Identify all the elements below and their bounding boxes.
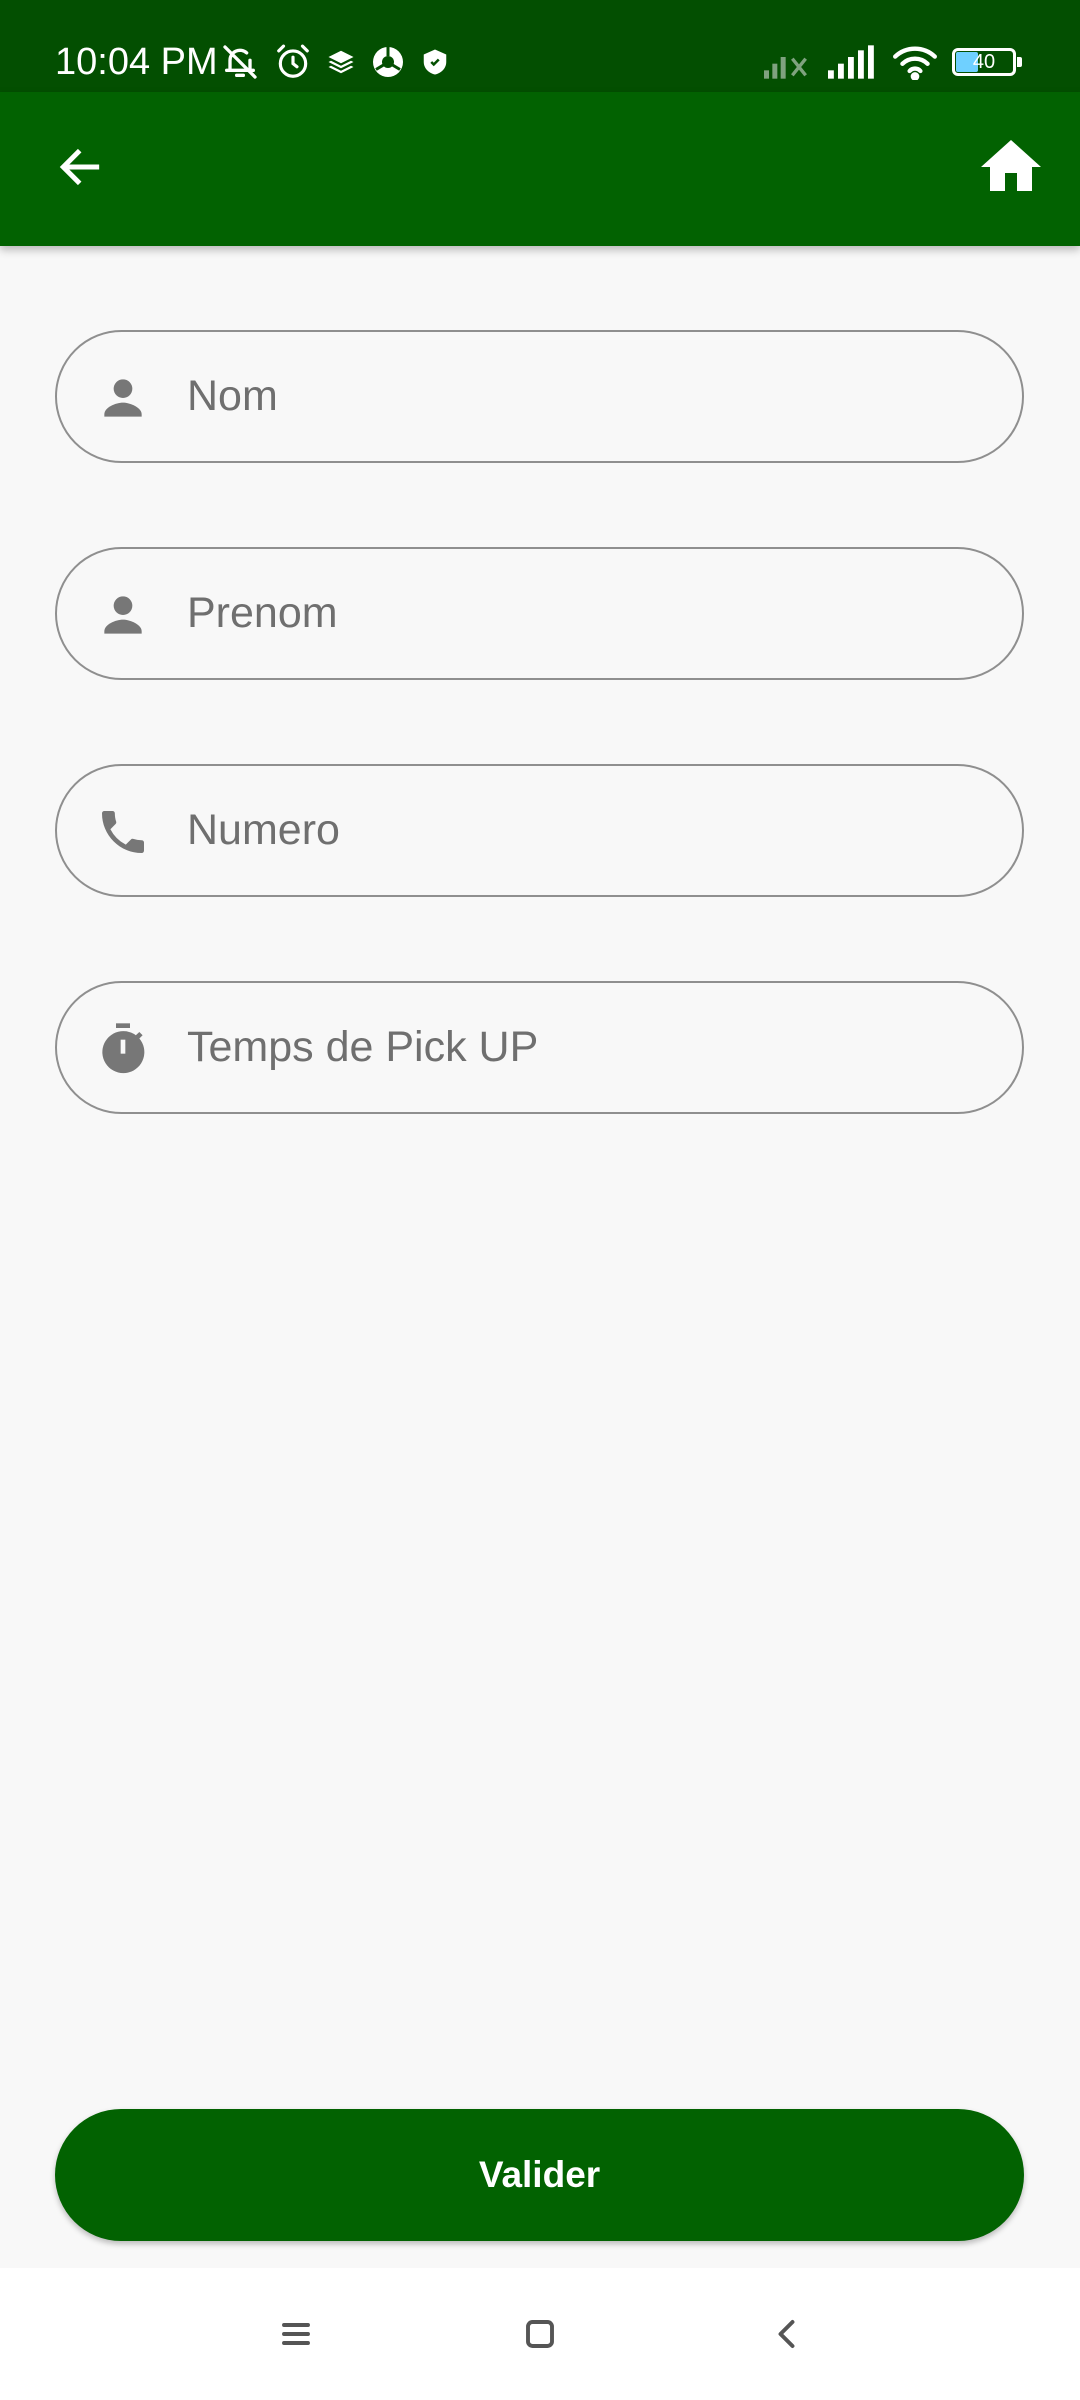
nom-input[interactable]: [187, 332, 987, 461]
system-back-button[interactable]: [758, 2306, 818, 2366]
nom-field[interactable]: [55, 330, 1024, 463]
status-time: 10:04 PM: [55, 41, 218, 83]
browser-icon: [370, 44, 406, 80]
person-icon: [93, 585, 153, 645]
battery-icon: 40: [952, 48, 1022, 76]
temps-pickup-input[interactable]: [187, 983, 987, 1112]
app-bar: [0, 92, 1080, 246]
back-button[interactable]: [40, 129, 120, 209]
home-button[interactable]: [966, 124, 1056, 214]
home-square-icon: [522, 2316, 558, 2357]
status-icons-right: 40: [764, 38, 1022, 86]
menu-icon: [278, 2316, 314, 2357]
back-chevron-icon: [770, 2316, 806, 2357]
arrow-back-icon: [55, 142, 105, 197]
alarm-icon: [274, 43, 312, 81]
person-icon: [93, 368, 153, 428]
system-home-button[interactable]: [510, 2306, 570, 2366]
system-nav-bar: [0, 2268, 1080, 2400]
phone-icon: [93, 802, 153, 862]
status-bar: 10:04 PM 40: [0, 0, 1080, 92]
status-icons-left: [220, 38, 450, 86]
timer-icon: [93, 1019, 153, 1079]
home-icon: [975, 131, 1047, 208]
prenom-field[interactable]: [55, 547, 1024, 680]
battery-level: 40: [972, 51, 996, 73]
shield-icon: [420, 45, 450, 79]
prenom-input[interactable]: [187, 549, 987, 678]
signal-off-icon: [764, 45, 814, 79]
signal-icon: [828, 45, 878, 79]
recent-apps-button[interactable]: [266, 2306, 326, 2366]
wifi-icon: [892, 44, 938, 80]
layers-icon: [326, 47, 356, 77]
numero-field[interactable]: [55, 764, 1024, 897]
valider-button[interactable]: Valider: [55, 2109, 1024, 2241]
mute-bell-icon: [220, 42, 260, 82]
temps-pickup-field[interactable]: [55, 981, 1024, 1114]
numero-input[interactable]: [187, 766, 987, 895]
